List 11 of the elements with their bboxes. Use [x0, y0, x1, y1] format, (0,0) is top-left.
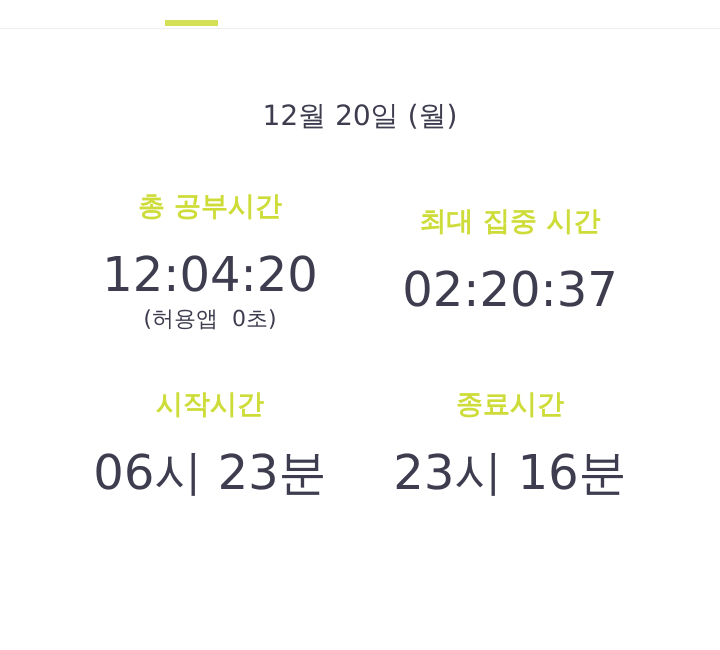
stat-label: 시작시간 [156, 388, 264, 422]
date-heading: 12월 20일 (월) [262, 98, 458, 134]
stat-value: 02:20:37 [402, 261, 618, 320]
stat-value: 23시 16분 [393, 444, 627, 503]
stat-note: (허용앱 0초) [143, 306, 277, 334]
stat-label: 최대 집중 시간 [420, 205, 600, 239]
stat-label: 종료시간 [456, 388, 564, 422]
tab-indicator [165, 20, 218, 26]
stat-value: 12:04:20 [102, 246, 318, 305]
stat-value: 06시 23분 [93, 444, 327, 503]
stat-label: 총 공부시간 [138, 190, 282, 224]
